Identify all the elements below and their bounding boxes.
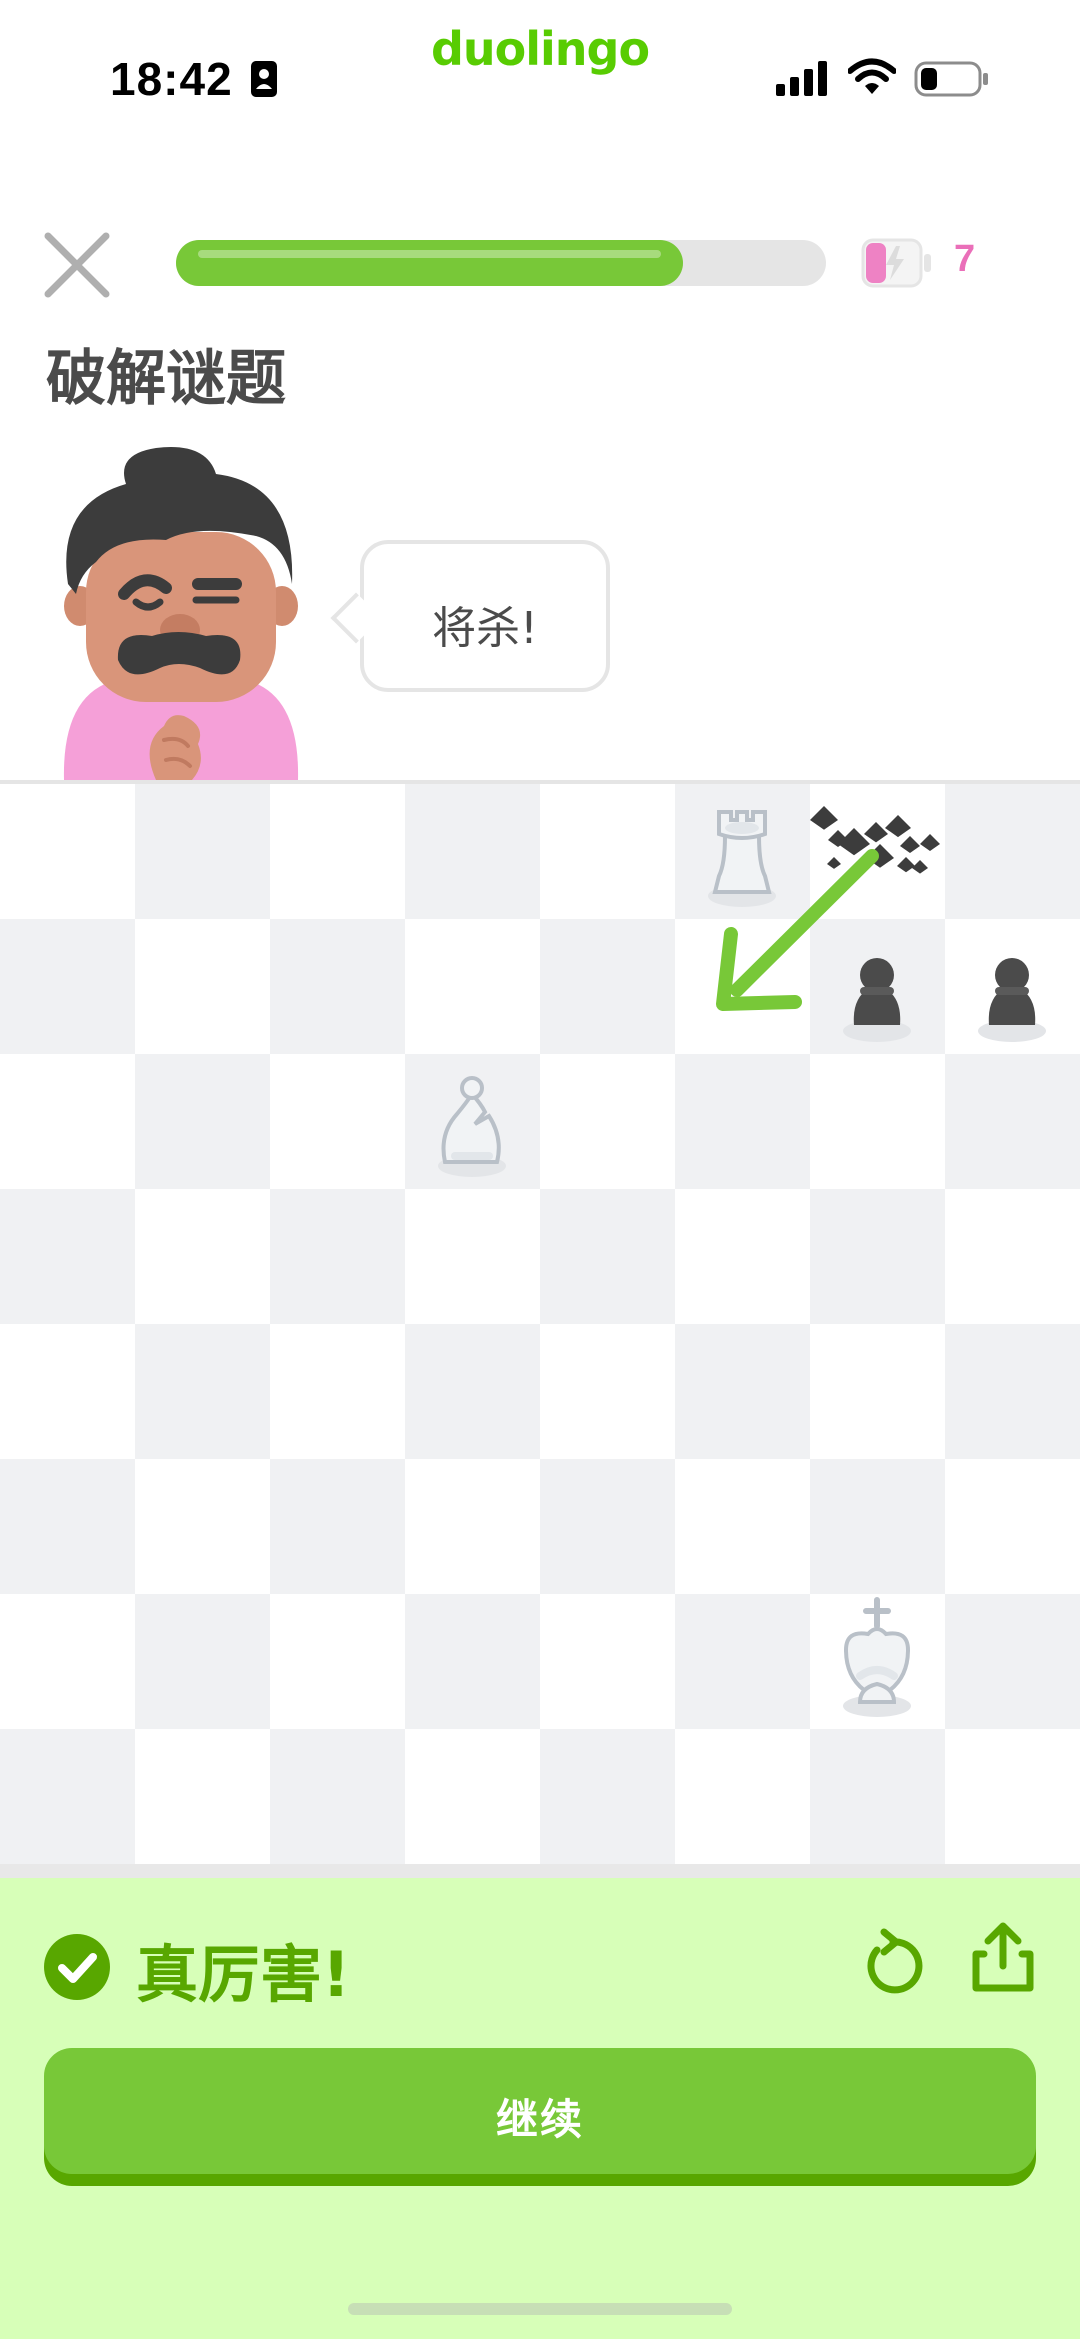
- mustache-character-icon: [63, 447, 299, 780]
- home-indicator[interactable]: [348, 2303, 732, 2315]
- board-square-d4[interactable]: [405, 1324, 540, 1459]
- board-square-f3[interactable]: [675, 1459, 810, 1594]
- result-title: 真厉害!: [136, 1938, 351, 2011]
- board-square-a3[interactable]: [0, 1459, 135, 1594]
- continue-button[interactable]: 继续: [44, 2048, 1036, 2174]
- cellular-signal-icon: [776, 61, 827, 96]
- board-square-g6[interactable]: [810, 1054, 945, 1189]
- board-bottom-divider: [0, 1864, 1080, 1878]
- board-square-a7[interactable]: [0, 919, 135, 1054]
- board-square-g5[interactable]: [810, 1189, 945, 1324]
- energy-count: 7: [954, 238, 976, 280]
- board-square-a4[interactable]: [0, 1324, 135, 1459]
- board-square-b1[interactable]: [135, 1729, 270, 1864]
- board-square-e5[interactable]: [540, 1189, 675, 1324]
- board-square-c5[interactable]: [270, 1189, 405, 1324]
- progress-shine: [198, 250, 661, 258]
- board-square-a8[interactable]: [0, 784, 135, 919]
- board-square-b7[interactable]: [135, 919, 270, 1054]
- board-square-b4[interactable]: [135, 1324, 270, 1459]
- board-square-b2[interactable]: [135, 1594, 270, 1729]
- board-square-f2[interactable]: [675, 1594, 810, 1729]
- speech-text: 将杀!: [432, 603, 538, 654]
- close-icon[interactable]: [40, 228, 114, 302]
- board-square-a6[interactable]: [0, 1054, 135, 1189]
- board-square-h2[interactable]: [945, 1594, 1080, 1729]
- battery-icon: [914, 61, 988, 97]
- lesson-progress-bar: [176, 240, 826, 286]
- board-square-b8[interactable]: [135, 784, 270, 919]
- board-square-b5[interactable]: [135, 1189, 270, 1324]
- chess-board[interactable]: [0, 784, 1080, 1864]
- check-circle-icon: [44, 1934, 110, 2000]
- board-square-h5[interactable]: [945, 1189, 1080, 1324]
- board-square-f1[interactable]: [675, 1729, 810, 1864]
- board-square-h4[interactable]: [945, 1324, 1080, 1459]
- board-square-h6[interactable]: [945, 1054, 1080, 1189]
- board-square-a2[interactable]: [0, 1594, 135, 1729]
- board-square-e4[interactable]: [540, 1324, 675, 1459]
- board-square-a1[interactable]: [0, 1729, 135, 1864]
- board-square-d8[interactable]: [405, 784, 540, 919]
- wifi-icon: [848, 58, 896, 94]
- retry-icon[interactable]: [862, 1928, 924, 1994]
- board-square-c2[interactable]: [270, 1594, 405, 1729]
- board-square-e3[interactable]: [540, 1459, 675, 1594]
- board-square-b6[interactable]: [135, 1054, 270, 1189]
- board-square-c7[interactable]: [270, 919, 405, 1054]
- board-square-h1[interactable]: [945, 1729, 1080, 1864]
- board-square-e6[interactable]: [540, 1054, 675, 1189]
- board-square-e8[interactable]: [540, 784, 675, 919]
- board-square-a5[interactable]: [0, 1189, 135, 1324]
- board-square-f6[interactable]: [675, 1054, 810, 1189]
- board-square-g1[interactable]: [810, 1729, 945, 1864]
- board-square-d5[interactable]: [405, 1189, 540, 1324]
- board-square-h3[interactable]: [945, 1459, 1080, 1594]
- board-square-d7[interactable]: [405, 919, 540, 1054]
- board-square-b3[interactable]: [135, 1459, 270, 1594]
- page-title: 破解谜题: [46, 344, 286, 414]
- share-icon[interactable]: [970, 1922, 1036, 1994]
- board-square-d3[interactable]: [405, 1459, 540, 1594]
- board-square-c1[interactable]: [270, 1729, 405, 1864]
- board-square-c6[interactable]: [270, 1054, 405, 1189]
- board-square-g3[interactable]: [810, 1459, 945, 1594]
- board-square-h8[interactable]: [945, 784, 1080, 919]
- board-square-c8[interactable]: [270, 784, 405, 919]
- continue-button-label: 继续: [495, 2096, 584, 2143]
- board-square-g4[interactable]: [810, 1324, 945, 1459]
- energy-battery-icon[interactable]: [860, 236, 934, 290]
- board-square-e1[interactable]: [540, 1729, 675, 1864]
- board-square-e2[interactable]: [540, 1594, 675, 1729]
- board-square-f4[interactable]: [675, 1324, 810, 1459]
- board-square-c3[interactable]: [270, 1459, 405, 1594]
- status-bar: 18:42 duolingo: [0, 0, 1080, 150]
- board-square-c4[interactable]: [270, 1324, 405, 1459]
- board-square-d2[interactable]: [405, 1594, 540, 1729]
- speech-bubble: 将杀!: [330, 540, 610, 692]
- progress-fill: [176, 240, 683, 286]
- board-square-f5[interactable]: [675, 1189, 810, 1324]
- board-square-e7[interactable]: [540, 919, 675, 1054]
- board-square-d1[interactable]: [405, 1729, 540, 1864]
